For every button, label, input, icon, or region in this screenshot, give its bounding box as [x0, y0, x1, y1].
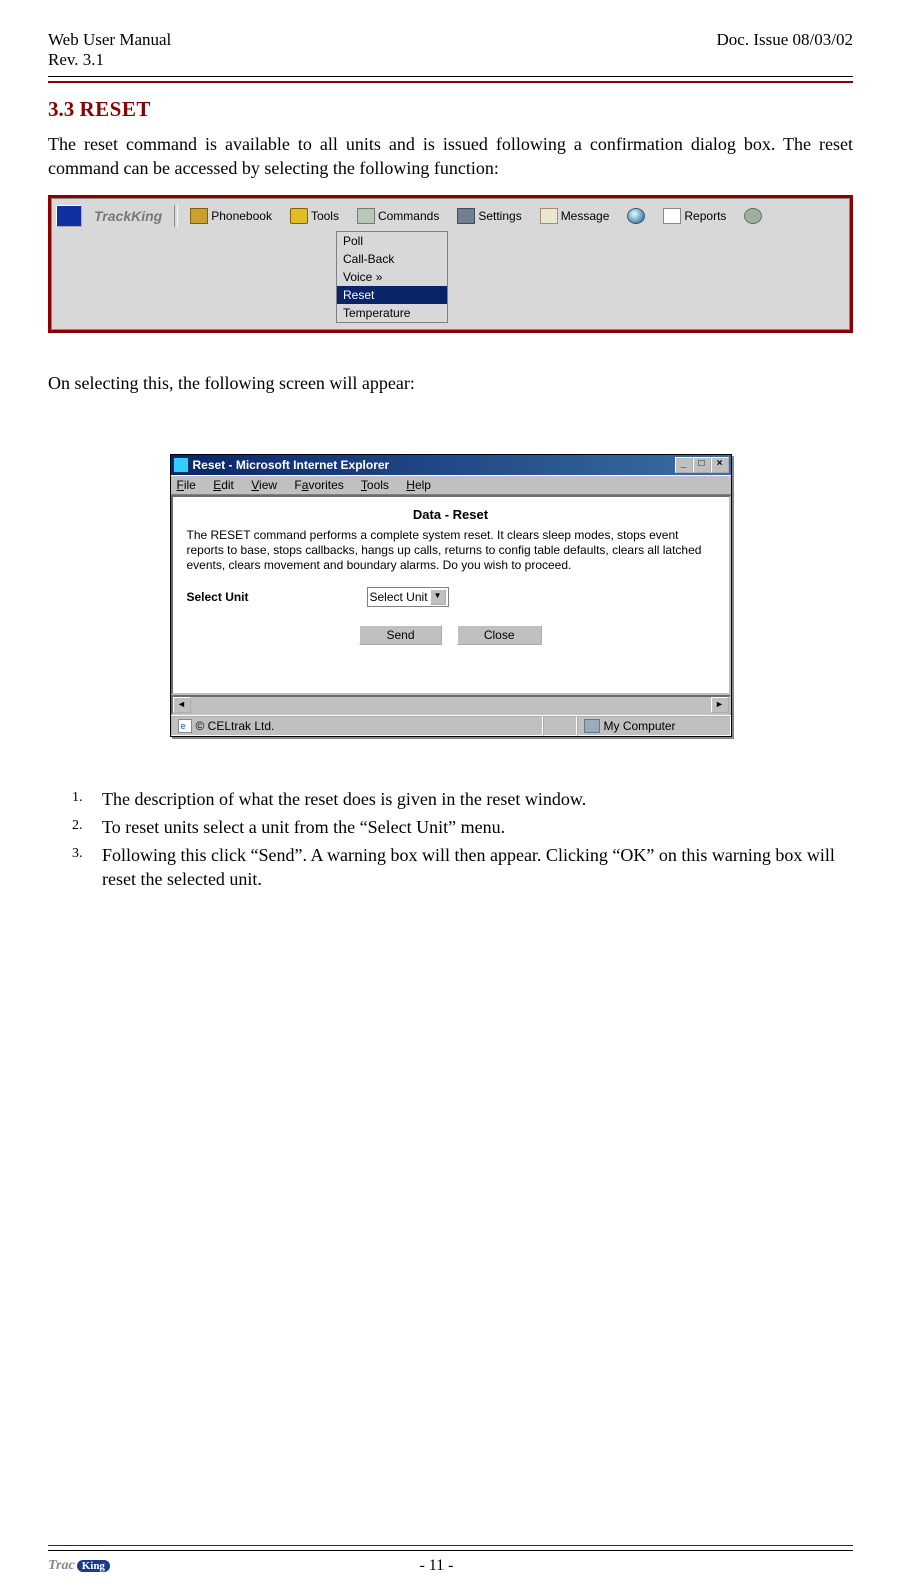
send-button[interactable]: Send — [359, 625, 441, 645]
dropdown-item-reset[interactable]: Reset — [337, 286, 447, 304]
phonebook-button[interactable]: Phonebook — [184, 206, 278, 226]
header-title: Web User Manual — [48, 30, 171, 50]
menu-help[interactable]: Help — [406, 478, 431, 492]
app-brand: TrackKing — [88, 208, 168, 224]
select-unit-value: Select Unit — [370, 590, 428, 604]
message-label: Message — [561, 209, 610, 223]
app-logo — [56, 205, 82, 227]
scroll-left-icon[interactable]: ◄ — [173, 697, 191, 713]
status-zone: My Computer — [577, 716, 731, 736]
dropdown-item-temperature[interactable]: Temperature — [337, 304, 447, 322]
window-titlebar[interactable]: Reset - Microsoft Internet Explorer _ □ … — [171, 455, 731, 475]
list-item: 1. The description of what the reset doe… — [72, 787, 853, 811]
report-icon — [663, 208, 681, 224]
header-rev: Rev. 3.1 — [48, 50, 171, 70]
chevron-down-icon: ▼ — [430, 589, 446, 605]
dropdown-item-voice[interactable]: Voice » — [337, 268, 447, 286]
dropdown-item-poll[interactable]: Poll — [337, 232, 447, 250]
menu-view[interactable]: View — [251, 478, 277, 492]
maximize-button[interactable]: □ — [693, 457, 711, 473]
menu-file[interactable]: FFileile — [177, 478, 196, 492]
figure-toolbar-dropdown: TrackKing Phonebook Tools Commands Setti… — [48, 195, 853, 333]
figure-reset-dialog: Reset - Microsoft Internet Explorer _ □ … — [170, 454, 732, 737]
commands-button[interactable]: Commands — [351, 206, 445, 226]
window-title-text: Reset - Microsoft Internet Explorer — [193, 458, 390, 472]
header-divider — [48, 76, 853, 83]
section-heading: 3.3 Reset — [48, 97, 853, 122]
page-icon — [178, 719, 192, 733]
scroll-right-icon[interactable]: ► — [711, 697, 729, 713]
list-text: Following this click “Send”. A warning b… — [102, 843, 853, 892]
tools-icon — [290, 208, 308, 224]
list-item: 2. To reset units select a unit from the… — [72, 815, 853, 839]
list-text: The description of what the reset does i… — [102, 787, 853, 811]
minimize-button[interactable]: _ — [675, 457, 693, 473]
phonebook-label: Phonebook — [211, 209, 272, 223]
menu-tools[interactable]: Tools — [361, 478, 389, 492]
computer-icon — [584, 719, 600, 733]
list-text: To reset units select a unit from the “S… — [102, 815, 853, 839]
help-icon — [744, 208, 762, 224]
close-button[interactable]: Close — [457, 625, 542, 645]
tools-button[interactable]: Tools — [284, 206, 345, 226]
close-window-button[interactable]: × — [711, 457, 729, 473]
tools-label: Tools — [311, 209, 339, 223]
toolbar-separator — [174, 205, 178, 227]
ie-icon — [173, 457, 189, 473]
globe-icon — [627, 208, 645, 224]
menubar: FFileile Edit View Favorites Tools Help — [171, 475, 731, 495]
list-number: 3. — [72, 843, 102, 892]
instruction-list: 1. The description of what the reset doe… — [72, 787, 853, 892]
select-unit-dropdown[interactable]: Select Unit ▼ — [367, 587, 449, 607]
header-issue: Doc. Issue 08/03/02 — [717, 30, 853, 70]
settings-label: Settings — [478, 209, 521, 223]
bridge-paragraph: On selecting this, the following screen … — [48, 373, 853, 394]
reports-button[interactable]: Reports — [657, 206, 732, 226]
commands-dropdown[interactable]: Poll Call-Back Voice » Reset Temperature — [336, 231, 448, 323]
intro-paragraph: The reset command is available to all un… — [48, 132, 853, 181]
list-number: 1. — [72, 787, 102, 811]
menu-favorites[interactable]: Favorites — [294, 478, 343, 492]
footer-divider — [48, 1545, 853, 1551]
status-left: © CELtrak Ltd. — [171, 716, 543, 736]
horizontal-scrollbar[interactable]: ◄ ► — [171, 695, 731, 715]
commands-icon — [357, 208, 375, 224]
commands-label: Commands — [378, 209, 439, 223]
reports-label: Reports — [684, 209, 726, 223]
select-unit-label: Select Unit — [187, 590, 367, 604]
footer-logo: TracKing — [48, 1558, 110, 1574]
dialog-description: The RESET command performs a complete sy… — [187, 528, 715, 573]
menu-edit[interactable]: Edit — [213, 478, 234, 492]
list-number: 2. — [72, 815, 102, 839]
help-button[interactable] — [738, 206, 768, 226]
message-button[interactable]: Message — [534, 206, 616, 226]
dialog-heading: Data - Reset — [187, 507, 715, 522]
status-empty — [543, 716, 577, 736]
globe-button[interactable] — [621, 206, 651, 226]
envelope-icon — [540, 208, 558, 224]
settings-button[interactable]: Settings — [451, 206, 527, 226]
page-number: - 11 - — [110, 1557, 763, 1575]
book-icon — [190, 208, 208, 224]
dropdown-item-callback[interactable]: Call-Back — [337, 250, 447, 268]
settings-icon — [457, 208, 475, 224]
list-item: 3. Following this click “Send”. A warnin… — [72, 843, 853, 892]
